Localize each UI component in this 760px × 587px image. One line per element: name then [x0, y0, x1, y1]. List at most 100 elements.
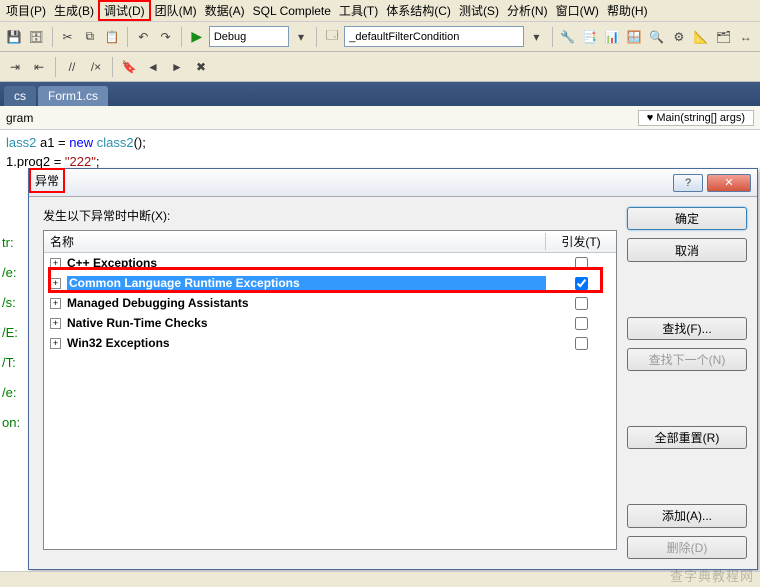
- exception-row[interactable]: +Common Language Runtime Exceptions: [44, 273, 616, 293]
- menu-item[interactable]: 测试(S): [455, 0, 503, 21]
- undo-icon[interactable]: ↶: [133, 26, 153, 48]
- thrown-checkbox[interactable]: [575, 257, 588, 270]
- thrown-cell: [546, 336, 616, 350]
- code-token: new: [69, 135, 93, 150]
- thrown-checkbox[interactable]: [575, 297, 588, 310]
- exception-row[interactable]: + Native Run-Time Checks: [44, 313, 616, 333]
- thrown-cell: [546, 276, 616, 290]
- separator: [55, 57, 56, 77]
- code-token: 1.proq2 =: [6, 154, 65, 169]
- find-next-button: 查找下一个(N): [627, 348, 747, 371]
- menu-item[interactable]: 团队(M): [151, 0, 201, 21]
- status-bar: [0, 571, 760, 587]
- exception-row[interactable]: + C++ Exceptions: [44, 253, 616, 273]
- expand-icon[interactable]: +: [50, 298, 61, 309]
- gutter-text: /T:: [2, 348, 28, 378]
- code-token: lass2: [6, 135, 36, 150]
- tool-icon[interactable]: 📊: [602, 26, 622, 48]
- gutter-text: /e:: [2, 378, 28, 408]
- cancel-button[interactable]: 取消: [627, 238, 747, 261]
- filter-combo[interactable]: _defaultFilterCondition: [344, 26, 524, 47]
- tool-icon[interactable]: ⚙: [669, 26, 689, 48]
- save-icon[interactable]: 💾: [4, 26, 24, 48]
- tool-icon[interactable]: 📑: [580, 26, 600, 48]
- document-tab[interactable]: cs: [4, 86, 36, 106]
- column-name[interactable]: 名称: [44, 233, 546, 250]
- tool-icon[interactable]: 🔍: [647, 26, 667, 48]
- help-button[interactable]: ?: [673, 174, 703, 192]
- menu-item[interactable]: 项目(P): [2, 0, 50, 21]
- ok-button[interactable]: 确定: [627, 207, 747, 230]
- expand-icon[interactable]: +: [50, 278, 61, 289]
- menu-item[interactable]: 分析(N): [503, 0, 552, 21]
- redo-icon[interactable]: ↷: [155, 26, 175, 48]
- save-all-icon[interactable]: 🗄: [26, 26, 46, 48]
- close-button[interactable]: ✕: [707, 174, 751, 192]
- outdent-icon[interactable]: ⇤: [28, 56, 50, 78]
- exception-name: Managed Debugging Assistants: [67, 296, 546, 310]
- code-gutter: tr:/e:/s:/E:/T:/e:on:: [0, 168, 28, 570]
- paste-icon[interactable]: 📋: [102, 26, 122, 48]
- reset-all-button[interactable]: 全部重置(R): [627, 426, 747, 449]
- toolbar-main: 💾 🗄 ✂ ⧉ 📋 ↶ ↷ ▶ Debug ▾ 🗔 _defaultFilter…: [0, 22, 760, 52]
- bookmark-clear-icon[interactable]: ✖: [190, 56, 212, 78]
- indent-icon[interactable]: ⇥: [4, 56, 26, 78]
- menu-item[interactable]: 帮助(H): [603, 0, 652, 21]
- menu-item[interactable]: 调试(D): [98, 0, 151, 21]
- dropdown-icon[interactable]: ▾: [526, 26, 546, 48]
- exception-name: Native Run-Time Checks: [67, 316, 546, 330]
- find-button[interactable]: 查找(F)...: [627, 317, 747, 340]
- bookmark-prev-icon[interactable]: ◄: [142, 56, 164, 78]
- tool-icon[interactable]: 🪟: [624, 26, 644, 48]
- thrown-cell: [546, 316, 616, 330]
- dropdown-icon[interactable]: ▾: [291, 26, 311, 48]
- tool-icon[interactable]: 📐: [691, 26, 711, 48]
- menu-item[interactable]: 窗口(W): [552, 0, 603, 21]
- dialog-left-pane: 发生以下异常时中断(X): 名称 引发(T) +C++ Exceptions+C…: [29, 197, 627, 569]
- copy-icon[interactable]: ⧉: [80, 26, 100, 48]
- configuration-combo[interactable]: Debug: [209, 26, 289, 47]
- comment-icon[interactable]: //: [61, 56, 83, 78]
- exception-name: C++ Exceptions: [67, 256, 546, 270]
- document-tab[interactable]: Form1.cs: [38, 86, 108, 106]
- cut-icon[interactable]: ✂: [57, 26, 77, 48]
- menu-item[interactable]: 体系结构(C): [382, 0, 455, 21]
- start-debug-icon[interactable]: ▶: [187, 26, 207, 48]
- menu-item[interactable]: SQL Complete: [249, 2, 335, 20]
- menu-item[interactable]: 生成(B): [50, 0, 98, 21]
- code-token: ();: [134, 135, 146, 150]
- thrown-cell: [546, 296, 616, 310]
- separator: [316, 27, 317, 47]
- code-token: a1 =: [36, 135, 69, 150]
- exception-row[interactable]: +Win32 Exceptions: [44, 333, 616, 353]
- gutter-text: /E:: [2, 318, 28, 348]
- member-dropdown[interactable]: ♥ Main(string[] args): [638, 110, 754, 126]
- expand-icon[interactable]: +: [50, 258, 61, 269]
- uncomment-icon[interactable]: /×: [85, 56, 107, 78]
- properties-icon[interactable]: 🗔: [322, 26, 342, 48]
- exception-row[interactable]: + Managed Debugging Assistants: [44, 293, 616, 313]
- thrown-checkbox[interactable]: [575, 317, 588, 330]
- bookmark-next-icon[interactable]: ►: [166, 56, 188, 78]
- toolbar-secondary: ⇥ ⇤ // /× 🔖 ◄ ► ✖: [0, 52, 760, 82]
- thrown-checkbox[interactable]: [575, 277, 588, 290]
- add-button[interactable]: 添加(A)...: [627, 504, 747, 527]
- breadcrumb-left[interactable]: gram: [6, 111, 33, 125]
- expand-icon[interactable]: +: [50, 338, 61, 349]
- separator: [112, 57, 113, 77]
- thrown-checkbox[interactable]: [575, 337, 588, 350]
- tool-icon[interactable]: ↔: [736, 26, 756, 48]
- gutter-text: tr:: [2, 228, 28, 258]
- tool-icon[interactable]: 🔧: [557, 26, 577, 48]
- dialog-body: 发生以下异常时中断(X): 名称 引发(T) +C++ Exceptions+C…: [29, 197, 757, 569]
- document-tabs: csForm1.cs: [0, 82, 760, 106]
- expand-icon[interactable]: +: [50, 318, 61, 329]
- code-token: ;: [96, 154, 100, 169]
- bookmark-icon[interactable]: 🔖: [118, 56, 140, 78]
- menu-item[interactable]: 工具(T): [335, 0, 382, 21]
- tool-icon[interactable]: 🗂: [713, 26, 733, 48]
- column-thrown[interactable]: 引发(T): [546, 233, 616, 250]
- dialog-right-pane: 确定 取消 查找(F)... 查找下一个(N) 全部重置(R) 添加(A)...…: [627, 197, 757, 569]
- menu-item[interactable]: 数据(A): [201, 0, 249, 21]
- highlight-box: 异常: [29, 168, 65, 193]
